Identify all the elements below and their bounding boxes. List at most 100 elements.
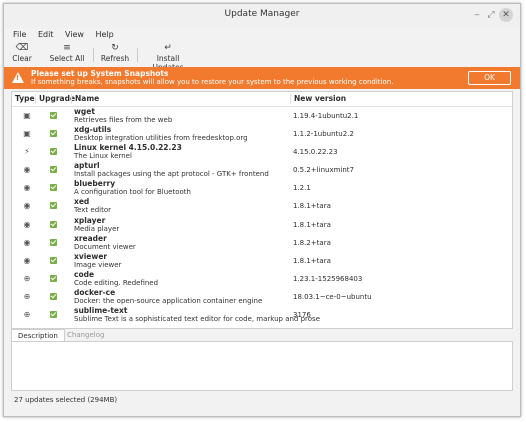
package-name: blueberry: [74, 179, 116, 189]
globe-icon: ⊕: [23, 291, 31, 301]
package-version: 1.8.2+tara: [293, 238, 331, 247]
banner-message: If something breaks, snapshots will allo…: [31, 78, 394, 86]
select-all-icon: ≡: [63, 43, 71, 53]
upgrade-checkbox[interactable]: [50, 130, 57, 138]
upgrade-checkbox[interactable]: [50, 166, 57, 174]
menu-help[interactable]: Help: [96, 28, 114, 42]
refresh-button[interactable]: ↻ Refresh: [100, 43, 130, 63]
package-version: 1.1.2-1ubuntu2.2: [293, 130, 354, 139]
upgrade-checkbox[interactable]: [50, 148, 57, 156]
column-divider: [71, 94, 72, 104]
package-name: xreader: [74, 233, 107, 243]
mint-icon: ◉: [23, 183, 31, 193]
table-row[interactable]: ◉ xplayer Media player 1.8.1+tara: [12, 216, 512, 234]
package-version: 1.2.1: [293, 184, 311, 193]
install-icon: ↵: [164, 43, 172, 53]
refresh-label: Refresh: [100, 54, 130, 63]
tab-changelog[interactable]: Changelog: [61, 329, 110, 341]
package-name: docker-ce: [74, 287, 116, 297]
maximize-icon[interactable]: ⤢: [484, 8, 498, 22]
close-icon[interactable]: ✕: [499, 8, 513, 22]
mint-icon: ◉: [23, 255, 31, 265]
select-all-button[interactable]: ≡ Select All: [48, 43, 86, 63]
upgrade-checkbox[interactable]: [50, 202, 57, 210]
banner-ok-button[interactable]: OK: [468, 71, 511, 85]
package-name: sublime-text: [74, 306, 128, 316]
upgrade-checkbox[interactable]: [50, 256, 57, 264]
globe-icon: ⊕: [23, 310, 31, 320]
package-description: Media player: [74, 224, 120, 233]
table-row[interactable]: ▣ xdg-utils Desktop integration utilities …: [12, 125, 512, 143]
package-description: Text editor: [74, 206, 111, 215]
package-name: apturl: [74, 161, 100, 171]
table-row[interactable]: ⊕ docker-ce Docker: the open-source applic…: [12, 288, 512, 306]
menubar: File Edit View Help: [4, 28, 520, 42]
toolbar-separator: [137, 48, 138, 62]
list-header: Type Upgrade Name New version: [12, 92, 512, 107]
package-version: 18.03.1~ce-0~ubuntu: [293, 292, 372, 301]
menu-edit[interactable]: Edit: [38, 28, 54, 42]
table-row[interactable]: ⊕ sublime-text Sublime Text is a sophistic…: [12, 306, 512, 324]
warning-icon: !: [12, 72, 24, 83]
package-icon: ▣: [23, 129, 31, 139]
package-rows: ▣ wget Retrieves files from the web 1.19.4-…: [12, 107, 512, 324]
globe-icon: ⊕: [23, 273, 31, 283]
package-version: 0.5.2+linuxmint7: [293, 166, 354, 175]
package-version: 4.15.0.22.23: [293, 148, 338, 157]
table-row[interactable]: ⚡ Linux kernel 4.15.0.22.23 The Linux kern…: [12, 143, 512, 161]
update-manager-window: Update Manager ‒ ⤢ ✕ File Edit View Help…: [3, 3, 521, 417]
package-description: The Linux kernel: [74, 152, 132, 161]
table-row[interactable]: ⊕ code Code editing. Redefined 1.23.1-15259…: [12, 270, 512, 288]
package-version: 3176: [293, 311, 311, 320]
upgrade-checkbox[interactable]: [50, 238, 57, 246]
details-tabs: Description Changelog: [11, 329, 513, 341]
column-upgrade[interactable]: Upgrade: [39, 94, 75, 103]
package-description: Image viewer: [74, 260, 122, 269]
mint-icon: ◉: [23, 201, 31, 211]
table-row[interactable]: ◉ apturl Install packages using the apt pr…: [12, 161, 512, 179]
menu-view[interactable]: View: [65, 28, 84, 42]
column-version[interactable]: New version: [294, 94, 346, 103]
minimize-icon[interactable]: ‒: [470, 8, 484, 22]
package-name: Linux kernel 4.15.0.22.23: [74, 143, 182, 153]
clear-button[interactable]: ⌫ Clear: [10, 43, 34, 63]
table-row[interactable]: ◉ xreader Document viewer 1.8.2+tara: [12, 234, 512, 252]
mint-icon: ◉: [23, 237, 31, 247]
status-text: 27 updates selected (294MB): [14, 396, 118, 404]
package-description: Retrieves files from the web: [74, 116, 173, 124]
column-name[interactable]: Name: [75, 94, 99, 103]
upgrade-checkbox[interactable]: [50, 292, 57, 300]
package-version: 1.8.1+tara: [293, 202, 331, 211]
package-name: code: [74, 269, 95, 279]
package-description: Install packages using the apt protocol …: [74, 170, 269, 179]
package-version: 1.19.4-1ubuntu2.1: [293, 112, 359, 120]
refresh-icon: ↻: [111, 43, 119, 53]
package-description: Sublime Text is a sophisticated text edi…: [74, 315, 321, 324]
menu-file[interactable]: File: [13, 28, 26, 42]
upgrade-checkbox[interactable]: [50, 112, 57, 119]
table-row[interactable]: ▣ wget Retrieves files from the web 1.19.4-…: [12, 107, 512, 125]
tab-description[interactable]: Description: [11, 329, 65, 341]
upgrade-checkbox[interactable]: [50, 274, 57, 282]
table-row[interactable]: ◉ xviewer Image viewer 1.8.1+tara: [12, 252, 512, 270]
upgrade-checkbox[interactable]: [50, 220, 57, 228]
table-row[interactable]: ◉ xed Text editor 1.8.1+tara: [12, 197, 512, 215]
upgrade-checkbox[interactable]: [50, 184, 57, 192]
package-version: 1.8.1+tara: [293, 220, 331, 229]
package-description: Document viewer: [74, 242, 136, 251]
upgrade-checkbox[interactable]: [50, 311, 57, 319]
toolbar-separator: [93, 48, 94, 62]
titlebar: Update Manager ‒ ⤢ ✕: [4, 4, 520, 28]
mint-icon: ◉: [23, 165, 31, 175]
package-name: xed: [74, 197, 90, 207]
package-description: Docker: the open-source application cont…: [74, 296, 263, 305]
table-row[interactable]: ◉ blueberry A configuration tool for Bluet…: [12, 179, 512, 197]
details-panel: [11, 341, 513, 391]
column-type[interactable]: Type: [15, 94, 35, 103]
package-description: Code editing. Redefined: [74, 278, 159, 287]
column-divider: [290, 94, 291, 104]
window-title: Update Manager: [224, 9, 300, 19]
kernel-icon: ⚡: [24, 147, 30, 157]
column-divider: [35, 94, 36, 104]
package-name: wget: [74, 107, 95, 116]
